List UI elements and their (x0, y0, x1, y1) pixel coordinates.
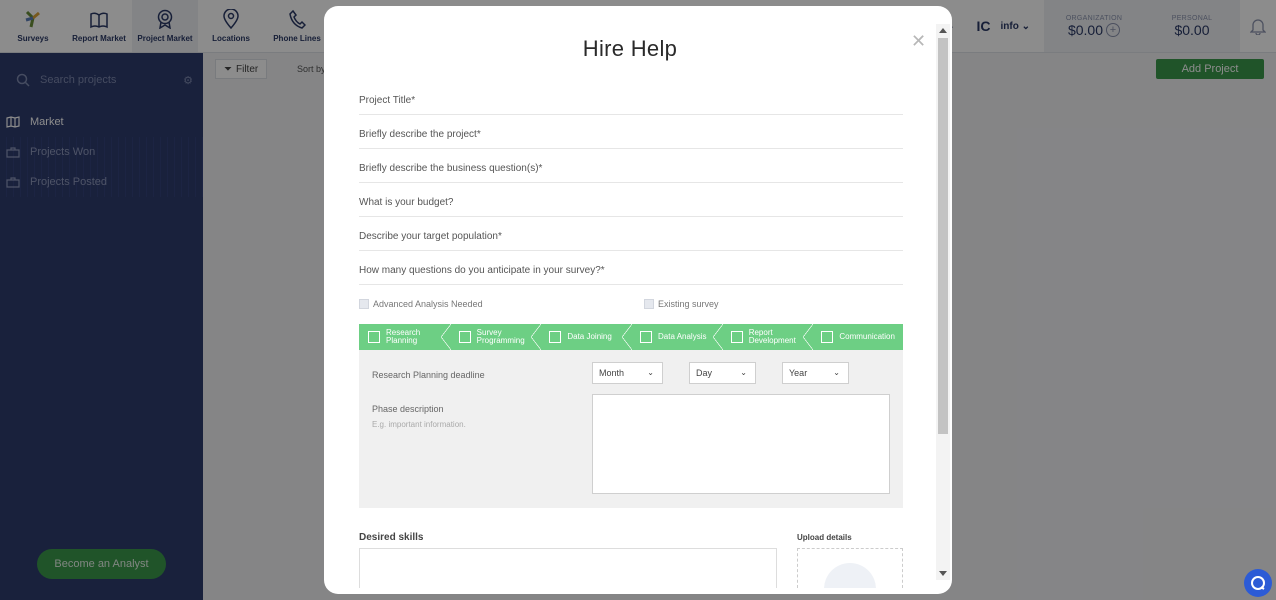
phase-stepper: Research Planning Survey Programming Data … (359, 324, 903, 350)
phase-details-panel: Research Planning deadline Month ⌄ Day ⌄… (359, 350, 903, 508)
chevron-down-icon: ⌄ (833, 368, 840, 377)
upload-icon (824, 563, 876, 588)
chevron-down-icon: ⌄ (740, 368, 747, 377)
phase-description-textarea[interactable] (592, 394, 890, 494)
step-report-development[interactable]: Report Development (722, 324, 814, 350)
step-survey-programming[interactable]: Survey Programming (450, 324, 542, 350)
chat-icon (1251, 576, 1265, 590)
checkbox-label: Advanced Analysis Needed (373, 299, 483, 309)
checkbox-icon[interactable] (359, 299, 369, 309)
step-checkbox-icon[interactable] (368, 331, 380, 343)
step-checkbox-icon[interactable] (549, 331, 562, 343)
step-line1: Data Joining (567, 332, 612, 341)
step-checkbox-icon[interactable] (458, 331, 471, 343)
step-checkbox-icon[interactable] (730, 331, 743, 343)
target-population-field[interactable]: Describe your target population* (359, 229, 903, 251)
step-line2: Planning (386, 336, 418, 345)
step-research-planning[interactable]: Research Planning (359, 324, 451, 350)
step-line1: Communication (839, 332, 895, 341)
step-checkbox-icon[interactable] (821, 331, 834, 343)
business-question-field[interactable]: Briefly describe the business question(s… (359, 161, 903, 183)
step-data-joining[interactable]: Data Joining (540, 324, 632, 350)
step-data-analysis[interactable]: Data Analysis (631, 324, 723, 350)
step-line2: Development (748, 336, 796, 345)
checkbox-icon[interactable] (644, 299, 654, 309)
deadline-label: Research Planning deadline (372, 370, 485, 380)
day-select[interactable]: Day ⌄ (689, 362, 756, 384)
scroll-thumb[interactable] (938, 38, 948, 434)
chevron-down-icon: ⌄ (647, 368, 654, 377)
year-select[interactable]: Year ⌄ (782, 362, 849, 384)
modal-scrollbar[interactable] (936, 24, 950, 580)
project-title-field[interactable]: Project Title* (359, 93, 903, 115)
modal-title: Hire Help (582, 36, 678, 61)
close-icon[interactable]: ✕ (911, 31, 926, 52)
step-line1: Data Analysis (658, 332, 707, 341)
step-communication[interactable]: Communication (812, 324, 903, 350)
day-value: Day (696, 368, 713, 378)
phase-description-hint: E.g. important information. (372, 420, 466, 429)
desired-skills-input[interactable] (359, 548, 777, 588)
step-line2: Programming (476, 336, 525, 345)
phase-description-label: Phase description (372, 404, 444, 414)
scroll-down-icon[interactable] (939, 571, 947, 576)
month-select[interactable]: Month ⌄ (592, 362, 663, 384)
advanced-analysis-checkbox[interactable]: Advanced Analysis Needed (359, 299, 483, 309)
step-checkbox-icon[interactable] (640, 331, 653, 343)
project-description-field[interactable]: Briefly describe the project* (359, 127, 903, 149)
chat-launcher[interactable] (1244, 569, 1272, 597)
month-value: Month (599, 368, 625, 378)
scroll-up-icon[interactable] (939, 28, 947, 33)
budget-field[interactable]: What is your budget? (359, 195, 903, 217)
existing-survey-checkbox[interactable]: Existing survey (644, 299, 719, 309)
checkbox-label: Existing survey (658, 299, 719, 309)
upload-dropzone[interactable] (797, 548, 903, 588)
hire-help-modal: Hire Help ✕ Project Title* Briefly descr… (324, 6, 952, 594)
year-value: Year (789, 368, 808, 378)
desired-skills-label: Desired skills (359, 532, 424, 543)
upload-details-label: Upload details (797, 533, 852, 542)
question-count-field[interactable]: How many questions do you anticipate in … (359, 263, 903, 285)
